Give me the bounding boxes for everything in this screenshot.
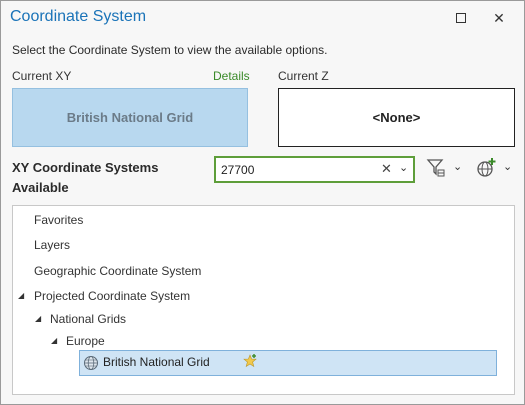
current-xy-label: Current XY xyxy=(12,69,72,83)
favorite-star-icon[interactable] xyxy=(243,354,257,368)
details-link[interactable]: Details xyxy=(213,69,250,83)
search-dropdown-chevron-icon[interactable]: ⌄ xyxy=(399,161,408,174)
close-icon: ✕ xyxy=(493,10,505,26)
search-box: ✕ ⌄ xyxy=(214,156,415,183)
tree-item-favorites[interactable]: Favorites xyxy=(34,209,83,231)
coordinate-system-dialog: Coordinate System ✕ Select the Coordinat… xyxy=(0,0,525,405)
coordinate-system-tree: Favorites Layers Geographic Coordinate S… xyxy=(12,205,515,395)
expand-toggle-icon[interactable]: ◢ xyxy=(18,291,24,300)
tree-item-projected[interactable]: Projected Coordinate System xyxy=(34,285,190,307)
tree-item-national-grids[interactable]: National Grids xyxy=(50,308,126,330)
current-z-label: Current Z xyxy=(278,69,329,83)
tree-item-british-national-grid[interactable]: British National Grid xyxy=(79,350,497,376)
clear-search-icon[interactable]: ✕ xyxy=(381,161,392,177)
xy-systems-heading: XY Coordinate Systems Available xyxy=(12,160,159,195)
selected-item-label: British National Grid xyxy=(103,355,210,369)
title-bar: Coordinate System ✕ xyxy=(1,1,524,37)
dialog-title: Coordinate System xyxy=(10,8,147,25)
tree-item-europe[interactable]: Europe xyxy=(66,330,105,352)
globe-icon xyxy=(84,356,98,370)
current-xy-card[interactable]: British National Grid xyxy=(12,88,248,147)
add-dropdown-chevron-icon[interactable]: ⌄ xyxy=(503,160,512,173)
filter-icon[interactable] xyxy=(425,157,447,179)
expand-toggle-icon[interactable]: ◢ xyxy=(35,314,41,323)
maximize-icon xyxy=(456,13,466,23)
search-input[interactable] xyxy=(216,159,366,180)
close-button[interactable]: ✕ xyxy=(488,8,510,28)
add-coordinate-system-icon[interactable] xyxy=(475,157,497,179)
current-z-card[interactable]: <None> xyxy=(278,88,515,147)
maximize-button[interactable] xyxy=(450,8,472,28)
instructions-text: Select the Coordinate System to view the… xyxy=(12,43,328,57)
tree-item-layers[interactable]: Layers xyxy=(34,234,70,256)
tree-item-geographic[interactable]: Geographic Coordinate System xyxy=(34,260,201,282)
expand-toggle-icon[interactable]: ◢ xyxy=(51,336,57,345)
filter-dropdown-chevron-icon[interactable]: ⌄ xyxy=(453,160,462,173)
